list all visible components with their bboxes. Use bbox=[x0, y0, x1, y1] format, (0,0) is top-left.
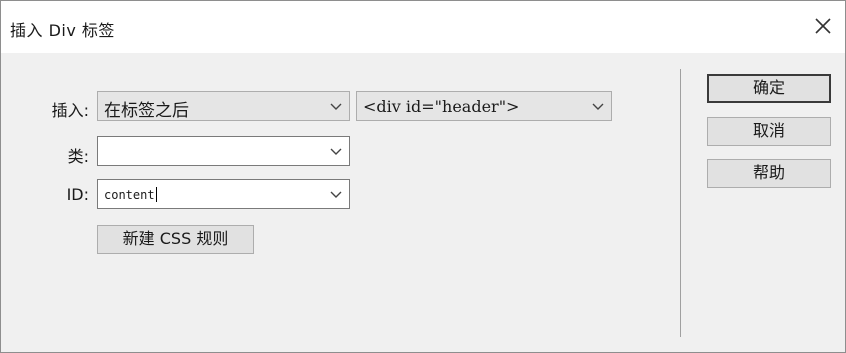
ok-button[interactable]: 确定 bbox=[707, 74, 831, 103]
id-value: content bbox=[104, 188, 155, 202]
insert-position-value: 在标签之后 bbox=[104, 101, 189, 121]
chevron-down-icon bbox=[330, 103, 342, 110]
chevron-down-icon bbox=[330, 191, 342, 198]
chevron-down-icon bbox=[592, 103, 604, 110]
cancel-button[interactable]: 取消 bbox=[707, 117, 831, 146]
class-select[interactable] bbox=[97, 136, 350, 166]
dialog-title: 插入 Div 标签 bbox=[10, 21, 115, 40]
title-bar: 插入 Div 标签 bbox=[1, 1, 845, 53]
id-label: ID: bbox=[66, 185, 89, 204]
insert-position-select[interactable]: 在标签之后 bbox=[97, 91, 350, 121]
insert-div-dialog: 插入 Div 标签 插入: 在标签之后 <div id="header"> 类:… bbox=[0, 0, 846, 353]
insert-target-value: <div id="header"> bbox=[363, 97, 520, 116]
close-icon[interactable] bbox=[809, 12, 837, 40]
id-combobox[interactable]: content bbox=[97, 179, 350, 209]
separator bbox=[680, 69, 681, 337]
class-label: 类: bbox=[67, 147, 89, 166]
text-cursor bbox=[155, 187, 157, 202]
chevron-down-icon bbox=[330, 148, 342, 155]
new-css-rule-button[interactable]: 新建 CSS 规则 bbox=[97, 225, 254, 254]
insert-label: 插入: bbox=[51, 101, 89, 120]
help-button[interactable]: 帮助 bbox=[707, 159, 831, 188]
insert-target-select[interactable]: <div id="header"> bbox=[356, 91, 612, 121]
